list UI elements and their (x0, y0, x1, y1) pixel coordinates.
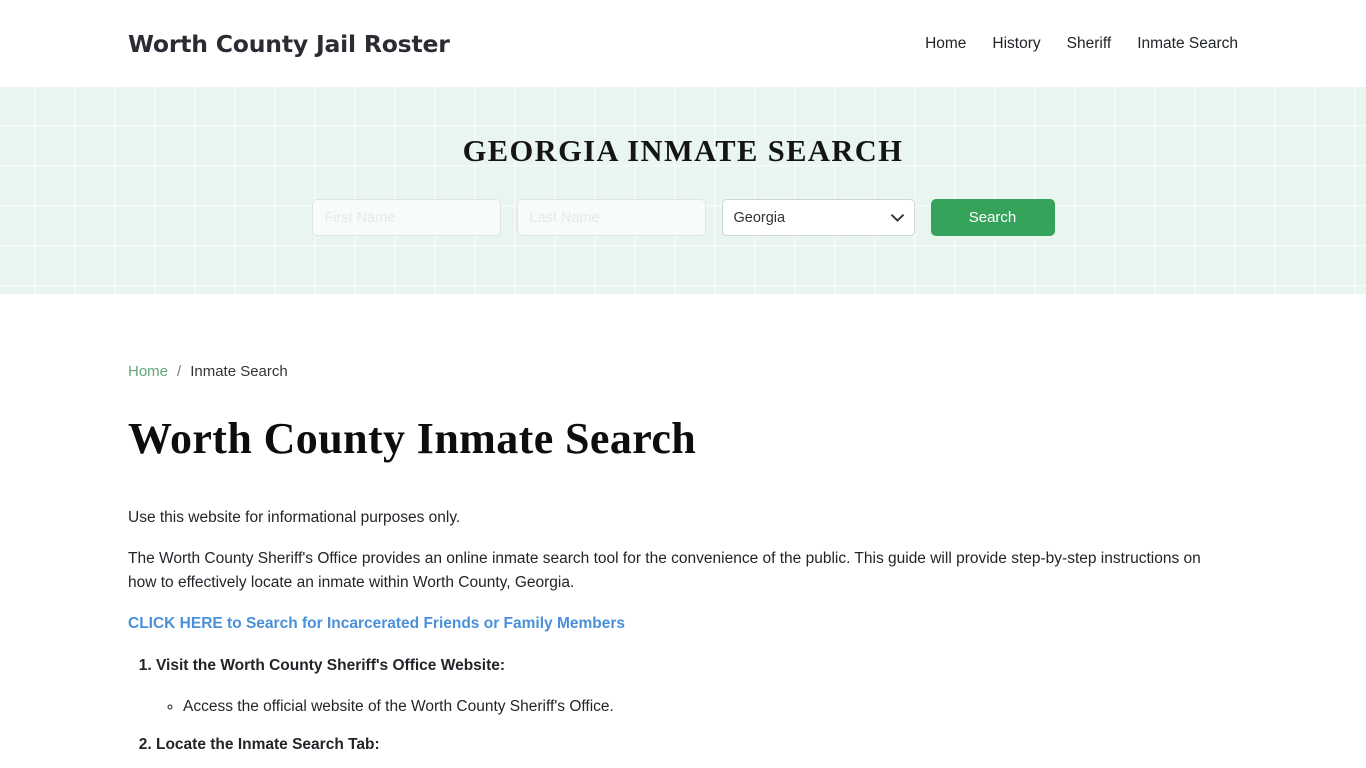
hero-title: GEORGIA INMATE SEARCH (462, 134, 904, 168)
step-label: Locate the Inmate Search Tab: (156, 736, 380, 754)
nav-item-home[interactable]: Home (925, 35, 966, 53)
main-content: Home / Inmate Search Worth County Inmate… (0, 294, 1366, 768)
hero-search-banner: GEORGIA INMATE SEARCH Georgia Search (0, 87, 1366, 294)
nav-item-sheriff[interactable]: Sheriff (1067, 35, 1112, 53)
state-select[interactable]: Georgia (721, 199, 915, 236)
description-paragraph: The Worth County Sheriff's Office provid… (128, 550, 1201, 592)
search-button[interactable]: Search (930, 199, 1055, 236)
breadcrumb-item-current: Inmate Search (190, 363, 288, 380)
state-select-wrapper: Georgia (721, 199, 915, 236)
breadcrumb-item-home[interactable]: Home (128, 363, 168, 380)
breadcrumb-separator: / (177, 363, 182, 380)
last-name-input[interactable] (516, 199, 706, 236)
site-brand-logo[interactable]: Worth County Jail Roster (128, 30, 450, 58)
instruction-steps-list: Visit the Worth County Sheriff's Office … (128, 654, 1238, 768)
first-name-input[interactable] (311, 199, 501, 236)
site-header: Worth County Jail Roster Home History Sh… (0, 0, 1366, 87)
list-item: Access the official website of the Worth… (183, 695, 1238, 719)
page-title: Worth County Inmate Search (128, 414, 697, 463)
inmate-search-form: Georgia Search (311, 199, 1055, 236)
nav-item-history[interactable]: History (992, 35, 1040, 53)
list-item: Locate the Inmate Search Tab: On the hom… (156, 733, 1238, 768)
substeps-list: Access the official website of the Worth… (156, 695, 1238, 719)
nav-item-inmate-search[interactable]: Inmate Search (1137, 35, 1238, 53)
list-item: Visit the Worth County Sheriff's Office … (156, 654, 1238, 719)
intro-paragraph: Use this website for informational purpo… (128, 509, 461, 527)
cta-search-link[interactable]: CLICK HERE to Search for Incarcerated Fr… (128, 615, 625, 633)
breadcrumb: Home / Inmate Search (128, 294, 1238, 380)
step-label: Visit the Worth County Sheriff's Office … (156, 657, 506, 675)
primary-navigation: Home History Sheriff Inmate Search (925, 35, 1238, 53)
